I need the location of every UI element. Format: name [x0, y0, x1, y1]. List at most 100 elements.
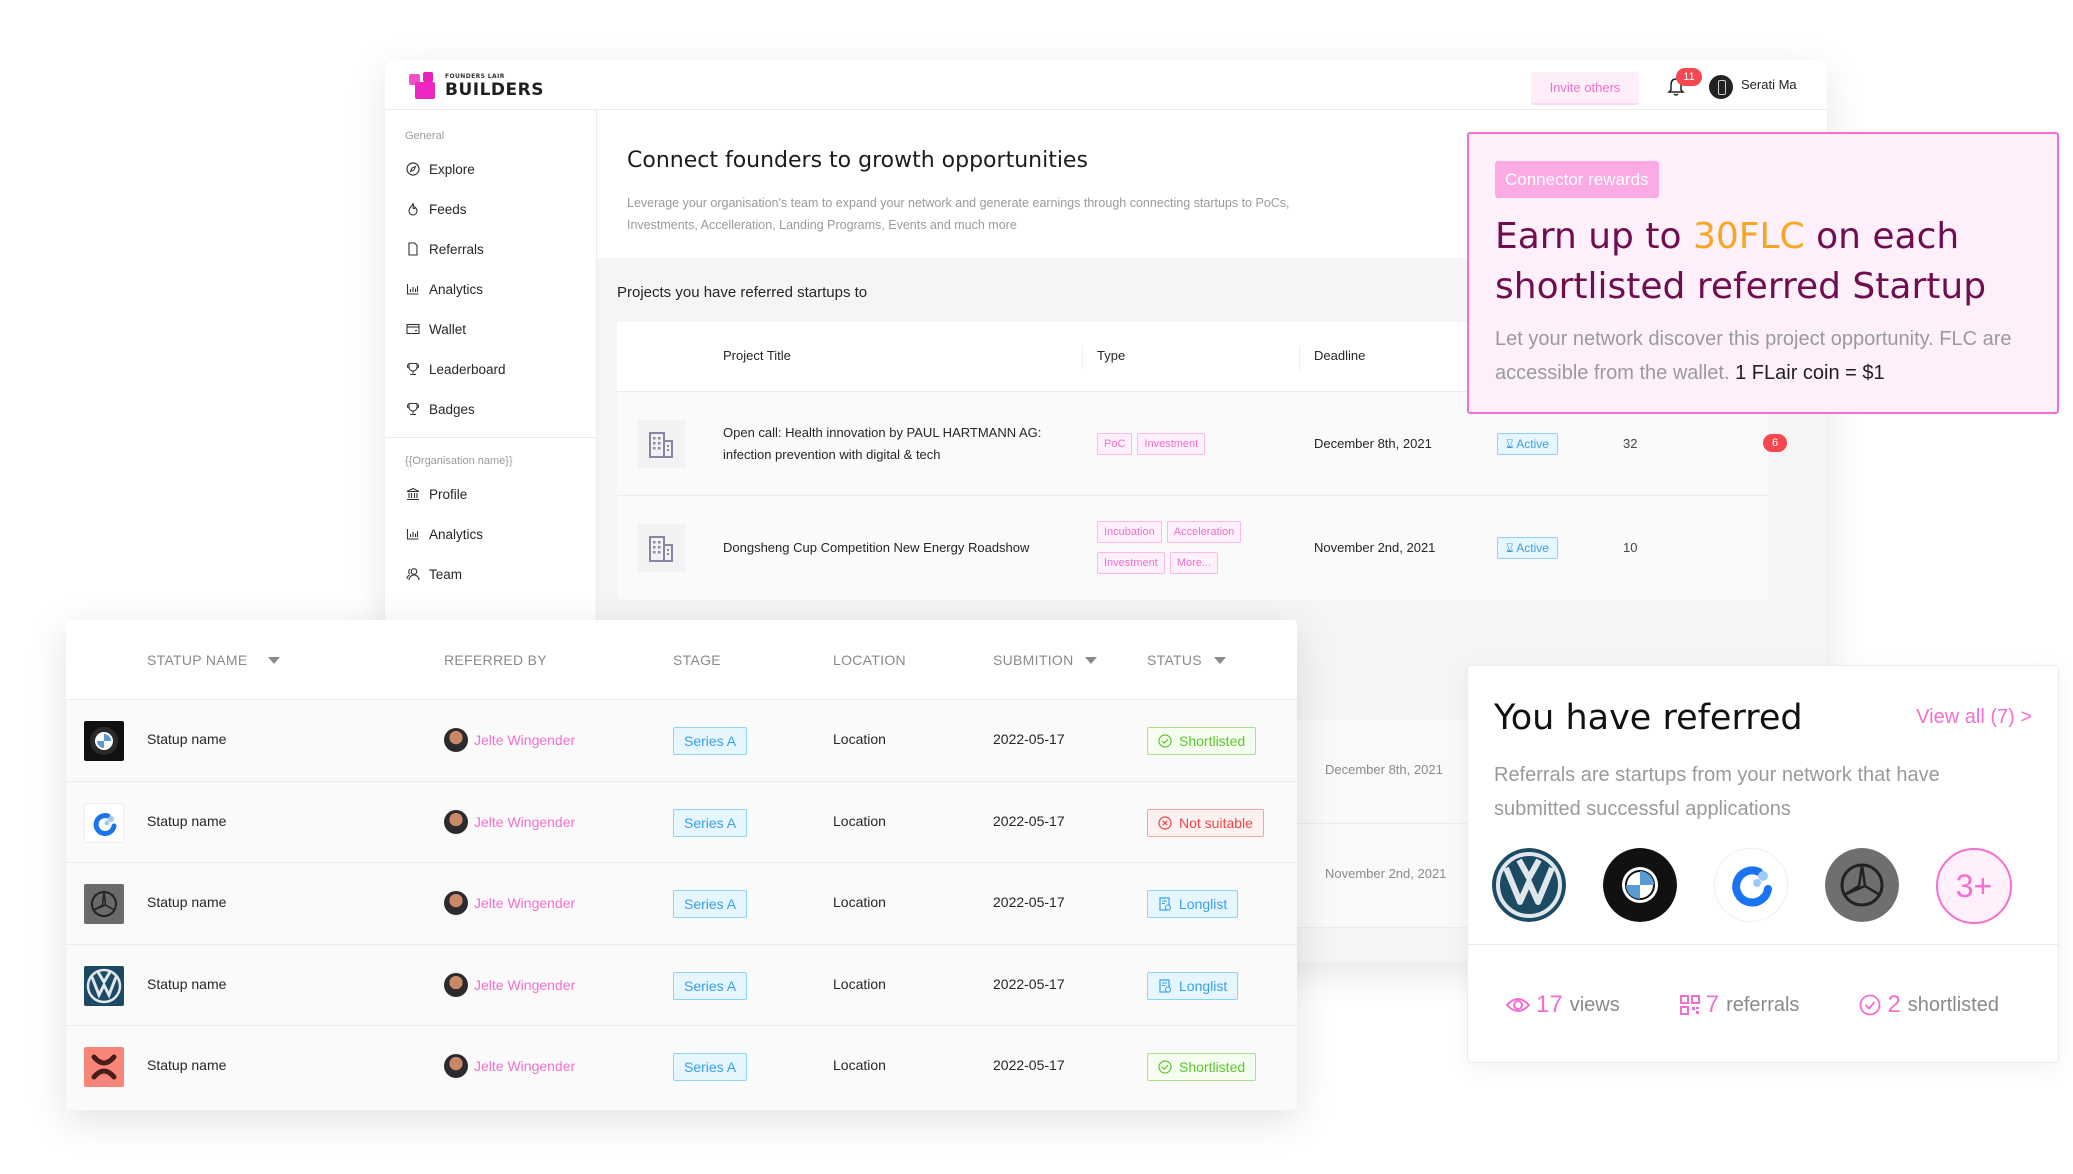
column-startup-name[interactable]: STATUP NAME: [147, 652, 280, 668]
view-all-link[interactable]: View all (7) >: [1916, 706, 2032, 729]
sidebar-item-label: Explore: [429, 161, 475, 177]
sort-caret-icon[interactable]: [267, 656, 280, 664]
startup-row[interactable]: Statup name Jelte Wingender Series A Loc…: [66, 782, 1297, 863]
stage-badge: Series A: [673, 971, 748, 1000]
sort-caret-icon[interactable]: [1213, 656, 1226, 664]
check-circle-icon: [1860, 994, 1881, 1016]
sidebar-item-feeds[interactable]: Feeds: [385, 189, 596, 229]
blue-c-logo: [84, 802, 124, 843]
status-badge[interactable]: Shortlisted: [1147, 1053, 1257, 1081]
x-circle-icon: [1158, 815, 1172, 830]
column-type[interactable]: Type: [1097, 348, 1125, 363]
status-label: Not suitable: [1179, 814, 1253, 831]
rewards-description: Let your network discover this project o…: [1495, 322, 2055, 390]
referred-by[interactable]: Jelte Wingender: [444, 891, 575, 915]
more-referrals-button[interactable]: 3+: [1936, 848, 2012, 924]
document-icon: [405, 241, 421, 257]
column-label: STATUP NAME: [147, 652, 248, 668]
stage-badge: Series A: [673, 1053, 748, 1081]
bar-chart-icon: [405, 281, 421, 297]
column-status[interactable]: STATUS: [1147, 652, 1226, 668]
logo-title: BUILDERS: [445, 80, 544, 100]
project-title[interactable]: Dongsheng Cup Competition New Energy Roa…: [723, 537, 1063, 559]
status-badge[interactable]: Not suitable: [1147, 808, 1264, 837]
type-tag: Investment: [1137, 433, 1206, 455]
referred-by[interactable]: Jelte Wingender: [444, 728, 575, 752]
invite-others-button[interactable]: Invite others: [1531, 72, 1639, 105]
team-icon: [405, 566, 421, 582]
referrer-name[interactable]: Jelte Wingender: [474, 1058, 575, 1074]
status-label: Active: [1516, 437, 1549, 451]
project-deadline: November 2nd, 2021: [1314, 540, 1436, 555]
stat-label: shortlisted: [1907, 993, 1999, 1016]
sidebar-item-profile[interactable]: Profile: [385, 474, 596, 514]
background-deadline: December 8th, 2021: [1325, 762, 1443, 777]
logo-mark-icon: [409, 72, 437, 100]
more-tags[interactable]: More...: [1169, 552, 1219, 574]
card-divider: [1468, 944, 2058, 945]
logo[interactable]: FOUNDERS LAIR BUILDERS: [409, 72, 544, 100]
project-row[interactable]: Dongsheng Cup Competition New Energy Roa…: [617, 496, 1768, 600]
startup-row[interactable]: Statup name Jelte Wingender Series A Loc…: [66, 863, 1297, 945]
referrer-name[interactable]: Jelte Wingender: [474, 814, 575, 830]
sidebar-item-explore[interactable]: Explore: [385, 149, 596, 189]
referral-count: 32: [1623, 436, 1638, 451]
column-deadline[interactable]: Deadline: [1314, 348, 1365, 363]
sidebar-item-team[interactable]: Team: [385, 554, 596, 594]
qr-icon: [1679, 995, 1700, 1015]
project-deadline: December 8th, 2021: [1314, 436, 1432, 451]
volkswagen-logo: [84, 965, 124, 1006]
column-referred-by: REFERRED BY: [444, 652, 547, 668]
wallet-icon: [405, 321, 421, 337]
connector-rewards-card: Connector rewards Earn up to 30FLC on ea…: [1467, 132, 2059, 414]
column-label: REFERRED BY: [444, 652, 547, 668]
sidebar-item-analytics[interactable]: Analytics: [385, 269, 596, 309]
bar-chart-icon: [405, 526, 421, 542]
startup-row[interactable]: Statup name Jelte Wingender Series A Loc…: [66, 700, 1297, 782]
rewards-title: Earn up to 30FLC on each shortlisted ref…: [1495, 212, 2035, 312]
sidebar-item-label: Profile: [429, 486, 468, 502]
referred-by[interactable]: Jelte Wingender: [444, 972, 575, 997]
bmw-logo[interactable]: [1603, 848, 1677, 922]
submission-date: 2022-05-17: [993, 731, 1065, 747]
project-tags: Incubation AccelerationInvestment More...: [1097, 520, 1287, 582]
sidebar-item-wallet[interactable]: Wallet: [385, 309, 596, 349]
sort-caret-icon[interactable]: [1085, 656, 1098, 664]
sidebar-item-referrals[interactable]: Referrals: [385, 229, 596, 269]
column-project-title[interactable]: Project Title: [723, 348, 791, 363]
sidebar-item-org-analytics[interactable]: Analytics: [385, 514, 596, 554]
project-title[interactable]: Open call: Health innovation by PAUL HAR…: [723, 422, 1063, 466]
volkswagen-logo[interactable]: [1492, 848, 1566, 922]
user-name[interactable]: Serati Ma: [1741, 77, 1797, 92]
blue-c-logo[interactable]: [1714, 848, 1788, 922]
referrer-name[interactable]: Jelte Wingender: [474, 895, 575, 911]
clipboard-icon: [1158, 897, 1172, 911]
startup-name[interactable]: Statup name: [147, 731, 226, 747]
sidebar-item-leaderboard[interactable]: Leaderboard: [385, 349, 596, 389]
referrer-name[interactable]: Jelte Wingender: [474, 732, 575, 748]
status-badge[interactable]: Shortlisted: [1147, 727, 1257, 755]
status-badge[interactable]: Longlist: [1147, 890, 1239, 918]
status-label: Longlist: [1179, 977, 1228, 994]
startup-name[interactable]: Statup name: [147, 813, 226, 829]
avatar: [444, 1054, 468, 1078]
referrer-name[interactable]: Jelte Wingender: [474, 977, 575, 993]
startup-name[interactable]: Statup name: [147, 1057, 226, 1073]
startup-row[interactable]: Statup name Jelte Wingender Series A Loc…: [66, 945, 1297, 1026]
startup-name[interactable]: Statup name: [147, 894, 226, 910]
user-avatar[interactable]: [1709, 75, 1733, 99]
sidebar-section-organisation: {{Organisation name}}: [405, 455, 513, 467]
referred-by[interactable]: Jelte Wingender: [444, 809, 575, 834]
startup-name[interactable]: Statup name: [147, 976, 226, 992]
sidebar-item-badges[interactable]: Badges: [385, 389, 596, 429]
startup-row[interactable]: Statup name Jelte Wingender Series A Loc…: [66, 1026, 1297, 1108]
avatar: [444, 891, 468, 915]
sidebar-item-label: Analytics: [429, 526, 484, 542]
stage-badge: Series A: [673, 808, 748, 837]
sidebar-item-label: Feeds: [429, 201, 467, 217]
status-badge[interactable]: Longlist: [1147, 971, 1239, 1000]
projects-section-title: Projects you have referred startups to: [617, 284, 868, 301]
column-submission[interactable]: SUBMITION: [993, 652, 1098, 668]
mercedes-logo[interactable]: [1825, 848, 1899, 922]
referred-by[interactable]: Jelte Wingender: [444, 1054, 575, 1078]
